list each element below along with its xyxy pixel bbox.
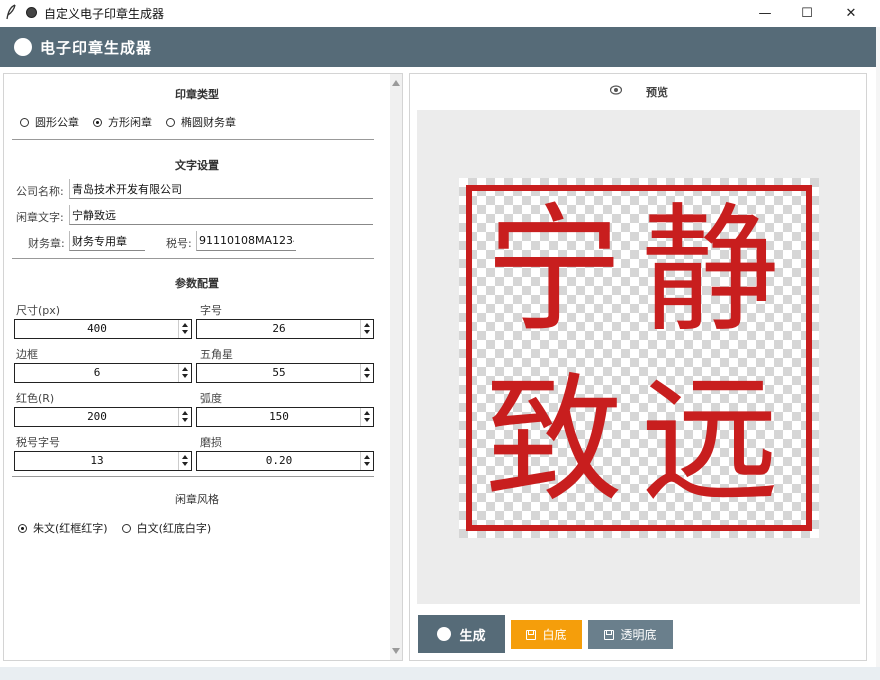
radio-label: 白文(红底白字) xyxy=(136,522,212,535)
arc-spinbox[interactable]: 150 xyxy=(196,407,374,427)
spinbox-value: 0.20 xyxy=(265,454,293,467)
spinbox-value: 55 xyxy=(272,366,286,379)
header-circle-icon xyxy=(14,38,32,56)
radio-label: 椭圆财务章 xyxy=(181,116,236,129)
divider xyxy=(12,476,374,477)
font-size-label: 字号 xyxy=(200,304,222,317)
stamp-char: 致 xyxy=(484,360,623,521)
spinbox-value: 150 xyxy=(269,410,289,423)
finance-seal-label: 财务章: xyxy=(28,237,65,250)
close-button[interactable]: ✕ xyxy=(828,0,874,26)
window-bottom-edge xyxy=(0,667,880,680)
spin-arrows[interactable] xyxy=(178,408,191,426)
maximize-button[interactable]: ☐ xyxy=(784,0,830,26)
radio-label: 方形闲章 xyxy=(108,116,152,129)
app-icon xyxy=(26,7,37,18)
spin-arrows[interactable] xyxy=(178,320,191,338)
scroll-up-arrow-icon[interactable] xyxy=(392,80,400,86)
window-title: 自定义电子印章生成器 xyxy=(44,7,165,21)
save-white-label: 白底 xyxy=(542,628,567,642)
radio-indicator xyxy=(166,117,175,127)
generate-button[interactable]: 生成 xyxy=(418,615,505,653)
company-name-label: 公司名称: xyxy=(16,185,64,198)
radio-oval-finance-seal[interactable]: 椭圆财务章 xyxy=(166,114,236,130)
border-label: 边框 xyxy=(16,348,38,361)
radio-indicator-selected xyxy=(93,117,102,127)
seal-style-options: 朱文(红框红字) 白文(红底白字) xyxy=(18,520,225,536)
tax-font-size-label: 税号字号 xyxy=(16,436,60,449)
spin-arrows[interactable] xyxy=(360,320,373,338)
radio-white-text[interactable]: 白文(红底白字) xyxy=(121,520,212,536)
size-label: 尺寸(px) xyxy=(16,304,61,317)
stamp-image: 静 远 宁 致 xyxy=(459,178,819,538)
star-spinbox[interactable]: 55 xyxy=(196,363,374,383)
seal-style-title: 闲章风格 xyxy=(175,493,219,506)
minimize-button[interactable]: — xyxy=(742,0,788,26)
spin-arrows[interactable] xyxy=(360,364,373,382)
stamp-type-options: 圆形公章 方形闲章 椭圆财务章 xyxy=(20,114,250,130)
spin-arrows[interactable] xyxy=(360,452,373,470)
tax-id-label: 税号: xyxy=(166,237,192,250)
size-spinbox[interactable]: 400 xyxy=(14,319,192,339)
red-spinbox[interactable]: 200 xyxy=(14,407,192,427)
feather-icon xyxy=(6,4,16,20)
generate-label: 生成 xyxy=(459,628,486,644)
seal-text-label: 闲章文字: xyxy=(16,211,64,224)
seal-text-input[interactable] xyxy=(69,205,373,225)
spin-arrows[interactable] xyxy=(178,364,191,382)
radio-red-text[interactable]: 朱文(红框红字) xyxy=(18,520,108,536)
preview-label: 预览 xyxy=(646,86,668,99)
radio-indicator xyxy=(20,117,29,127)
save-white-bg-button[interactable]: 白底 xyxy=(511,620,582,649)
font-size-spinbox[interactable]: 26 xyxy=(196,319,374,339)
divider xyxy=(12,258,374,259)
wear-label: 磨损 xyxy=(200,436,222,449)
save-icon xyxy=(526,629,537,640)
stamp-type-title: 印章类型 xyxy=(175,88,219,101)
radio-indicator-selected xyxy=(18,523,27,533)
circle-icon xyxy=(437,627,452,641)
app-header-title: 电子印章生成器 xyxy=(40,39,153,57)
wear-spinbox[interactable]: 0.20 xyxy=(196,451,374,471)
red-label: 红色(R) xyxy=(16,392,55,405)
radio-label: 朱文(红框红字) xyxy=(33,522,108,535)
window-edge xyxy=(876,27,880,667)
arc-label: 弧度 xyxy=(200,392,222,405)
text-settings-title: 文字设置 xyxy=(175,159,219,172)
save-icon xyxy=(604,629,615,640)
settings-panel: 印章类型 圆形公章 方形闲章 椭圆财务章 文字设置 公司名称: 闲章文字: 财务… xyxy=(3,73,403,661)
save-transparent-label: 透明底 xyxy=(620,628,657,642)
save-transparent-bg-button[interactable]: 透明底 xyxy=(588,620,673,649)
tax-id-input[interactable] xyxy=(196,231,296,251)
tax-font-size-spinbox[interactable]: 13 xyxy=(14,451,192,471)
spinbox-value: 6 xyxy=(93,366,101,379)
preview-canvas: 静 远 宁 致 xyxy=(417,110,860,604)
spinbox-value: 200 xyxy=(87,410,107,423)
spin-arrows[interactable] xyxy=(178,452,191,470)
border-spinbox[interactable]: 6 xyxy=(14,363,192,383)
stamp-char: 远 xyxy=(640,360,779,521)
eye-icon xyxy=(610,85,622,95)
company-name-input[interactable] xyxy=(69,179,373,199)
preview-header: 预览 xyxy=(410,82,866,100)
app-header: 电子印章生成器 xyxy=(0,27,876,67)
radio-label: 圆形公章 xyxy=(35,116,79,129)
params-title: 参数配置 xyxy=(175,277,219,290)
stamp-char: 静 xyxy=(640,190,779,351)
vertical-scrollbar[interactable] xyxy=(390,74,402,660)
stamp-char: 宁 xyxy=(484,190,623,351)
scroll-down-arrow-icon[interactable] xyxy=(392,648,400,654)
spinbox-value: 400 xyxy=(87,322,107,335)
window-titlebar: 自定义电子印章生成器 — ☐ ✕ xyxy=(0,0,880,26)
spinbox-value: 13 xyxy=(90,454,104,467)
finance-seal-input[interactable] xyxy=(69,231,145,251)
spin-arrows[interactable] xyxy=(360,408,373,426)
radio-round-seal[interactable]: 圆形公章 xyxy=(20,114,79,130)
preview-panel: 预览 静 远 宁 致 生成 白底 透明底 xyxy=(409,73,867,661)
radio-square-seal[interactable]: 方形闲章 xyxy=(93,114,152,130)
divider xyxy=(12,139,374,140)
spinbox-value: 26 xyxy=(272,322,286,335)
radio-indicator xyxy=(121,523,131,533)
star-label: 五角星 xyxy=(200,348,233,361)
